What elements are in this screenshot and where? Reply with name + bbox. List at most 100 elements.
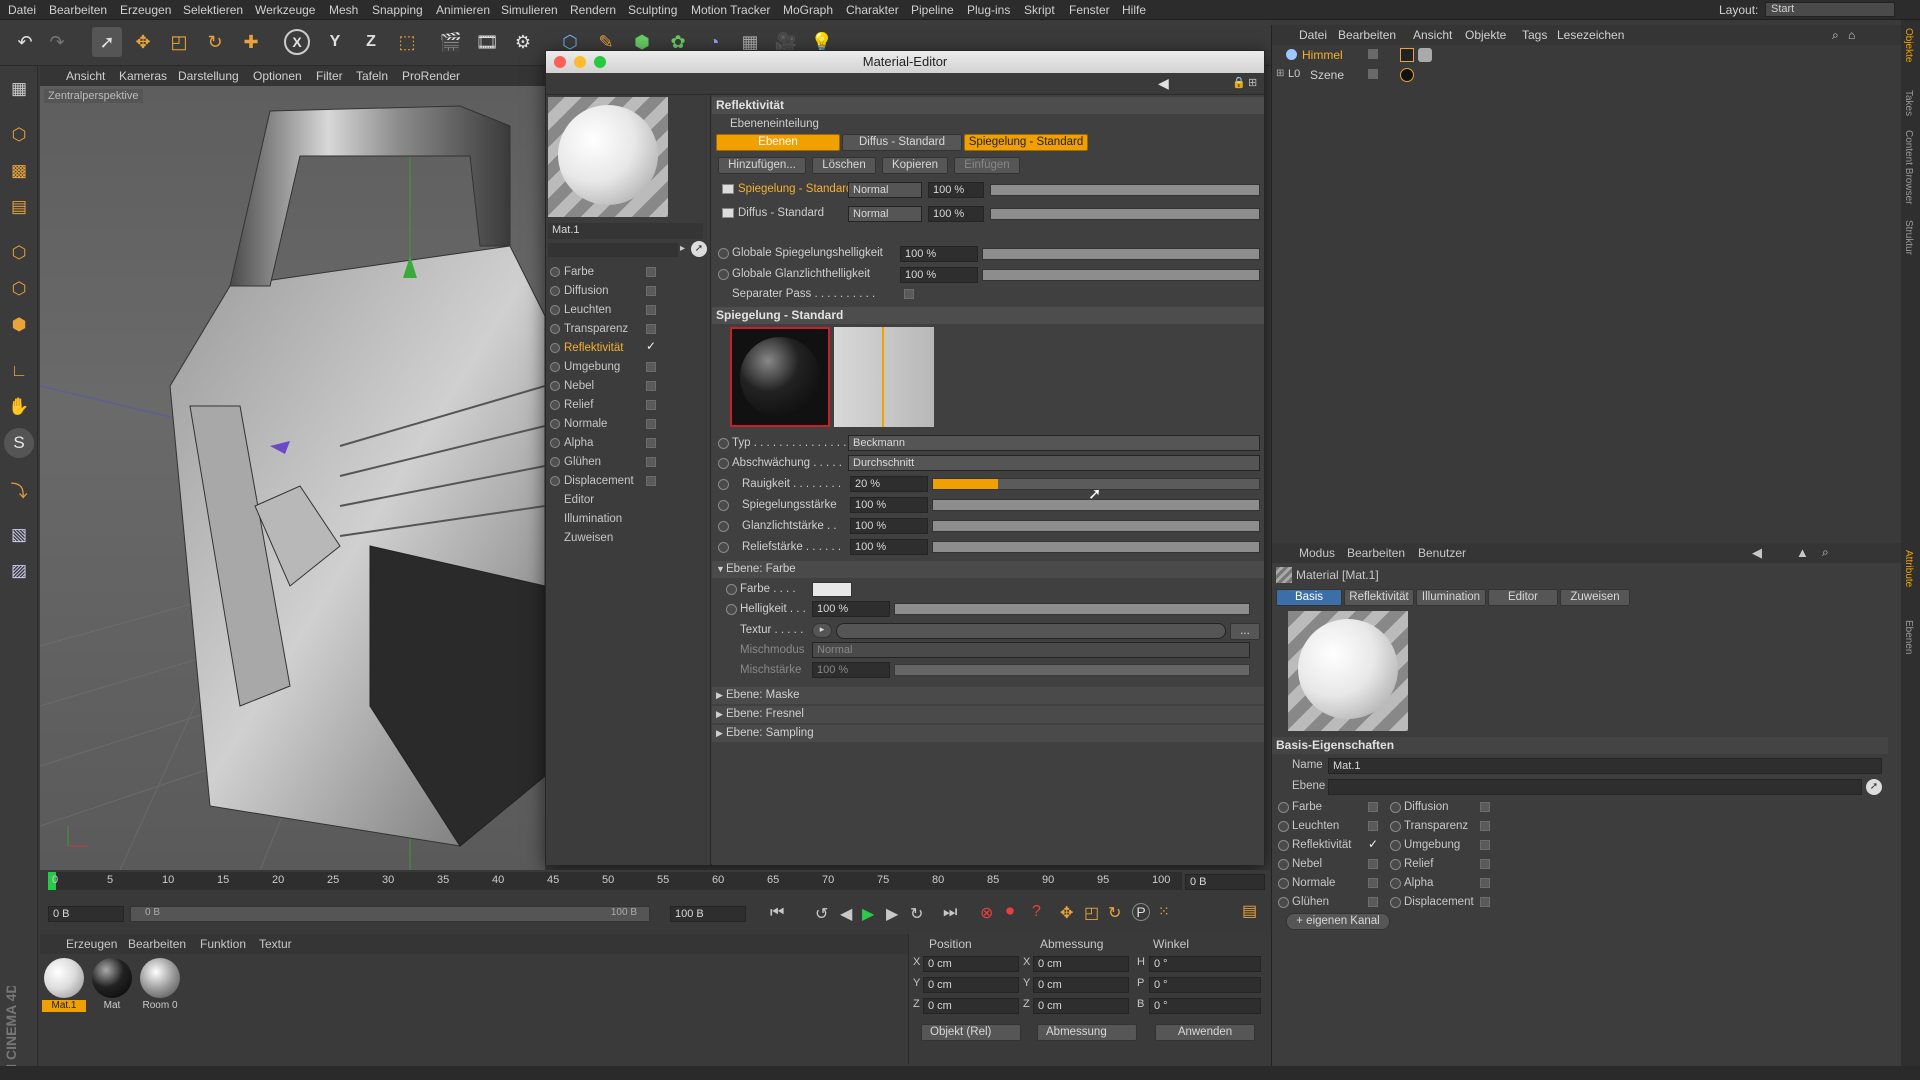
add-custom-channel-button[interactable]: + eigenen Kanal bbox=[1286, 913, 1390, 930]
pick-icon[interactable]: ➚ bbox=[691, 241, 707, 257]
menu-hilfe[interactable]: Hilfe bbox=[1122, 3, 1146, 17]
am-channel-row[interactable]: Diffusion bbox=[1390, 799, 1500, 817]
recent-tool-icon[interactable]: ✚ bbox=[236, 27, 266, 57]
channel-checkbox[interactable] bbox=[646, 267, 656, 277]
next-key-icon[interactable]: ↻ bbox=[910, 904, 923, 924]
global-gloss-slider[interactable] bbox=[982, 269, 1260, 281]
object-row-himmel[interactable]: Himmel bbox=[1276, 46, 1896, 64]
coord-size-mode-select[interactable]: Abmessung bbox=[1037, 1024, 1137, 1041]
am-channel-checkbox[interactable] bbox=[1368, 821, 1378, 831]
menu-sculpting[interactable]: Sculpting bbox=[628, 3, 677, 17]
material-thumb-room[interactable]: Room 0 bbox=[138, 958, 182, 1014]
anim-radio-icon[interactable] bbox=[726, 604, 737, 615]
mm-menu-bearbeiten[interactable]: Bearbeiten bbox=[128, 937, 186, 951]
vp-menu-tafeln[interactable]: Tafeln bbox=[356, 69, 388, 83]
workplane-icon[interactable]: ▤ bbox=[4, 192, 34, 222]
anim-radio-icon[interactable] bbox=[718, 248, 729, 259]
anim-radio-icon[interactable] bbox=[1278, 802, 1289, 813]
global-spec-slider[interactable] bbox=[982, 248, 1260, 260]
reliefstaerke-slider[interactable] bbox=[932, 541, 1260, 553]
play-small-icon[interactable]: ▸ bbox=[680, 243, 685, 254]
key-rotation-icon[interactable]: ↻ bbox=[1108, 903, 1121, 923]
abschwaechung-select[interactable]: Durchschnitt bbox=[848, 455, 1260, 471]
channel-leuchten[interactable]: Leuchten bbox=[550, 301, 656, 319]
material-editor-titlebar[interactable]: Material-Editor bbox=[546, 51, 1264, 73]
texture-mode-icon[interactable]: ▩ bbox=[4, 156, 34, 186]
axis-mode-icon[interactable]: ∟ bbox=[4, 356, 34, 386]
am-channel-checkbox[interactable] bbox=[1368, 859, 1378, 869]
menu-motion-tracker[interactable]: Motion Tracker bbox=[691, 3, 770, 17]
grid-icon[interactable]: ▧ bbox=[4, 520, 34, 550]
select-cursor-icon[interactable]: ➚ bbox=[92, 27, 122, 57]
axis-y-button[interactable]: Y bbox=[320, 27, 350, 57]
paste-layer-button[interactable]: Einfügen bbox=[954, 157, 1020, 174]
auto-key-icon[interactable]: ⏺ bbox=[1006, 903, 1014, 921]
am-channel-row[interactable]: Reflektivität ✓ bbox=[1278, 837, 1388, 855]
timeline-ruler[interactable]: 0 5 10 15 20 25 30 35 40 45 50 55 60 65 70 75 80 85 90 95 10… bbox=[48, 872, 1182, 890]
page-zuweisen[interactable]: Zuweisen bbox=[564, 529, 613, 547]
am-menu-bearbeiten[interactable]: Bearbeiten bbox=[1347, 546, 1405, 560]
model-mode-icon[interactable]: ▦ bbox=[4, 74, 34, 104]
axis-x-button[interactable]: X bbox=[284, 29, 310, 55]
am-tab-reflektivitaet[interactable]: Reflektivität bbox=[1344, 589, 1414, 606]
object-mode-icon[interactable]: ⬡ bbox=[4, 120, 34, 150]
channel-checkbox[interactable] bbox=[646, 438, 656, 448]
expand-plus-icon[interactable]: ⊞ bbox=[1276, 68, 1284, 79]
move-icon[interactable]: ✥ bbox=[128, 27, 158, 57]
anim-radio-icon[interactable] bbox=[718, 438, 729, 449]
prev-key-icon[interactable]: ↺ bbox=[815, 904, 828, 924]
anim-radio-icon[interactable] bbox=[718, 542, 729, 553]
side-tab-objekte[interactable]: Objekte bbox=[1903, 28, 1914, 62]
section-ebene-fresnel[interactable]: ▶ Ebene: Fresnel bbox=[712, 706, 1264, 723]
section-ebene-sampling[interactable]: ▶ Ebene: Sampling bbox=[712, 725, 1264, 742]
copy-layer-button[interactable]: Kopieren bbox=[882, 157, 948, 174]
material-tag-icon[interactable] bbox=[1400, 68, 1414, 82]
side-tab-struktur[interactable]: Struktur bbox=[1903, 220, 1914, 255]
channel-checkbox[interactable] bbox=[646, 286, 656, 296]
layer-preview-profile[interactable] bbox=[834, 327, 934, 427]
object-row-szene[interactable]: ⊞ L0 Szene bbox=[1276, 66, 1896, 84]
am-channel-checkbox[interactable] bbox=[1368, 878, 1378, 888]
lock-icon[interactable]: 🔒 bbox=[1232, 76, 1246, 89]
anim-radio-icon[interactable] bbox=[718, 479, 729, 490]
menu-simulieren[interactable]: Simulieren bbox=[501, 3, 558, 17]
am-channel-checkbox[interactable] bbox=[1480, 840, 1490, 850]
channel-normale[interactable]: Normale bbox=[550, 415, 656, 433]
am-channel-checkbox[interactable] bbox=[1480, 878, 1490, 888]
am-channel-row[interactable]: Relief bbox=[1390, 856, 1500, 874]
anim-radio-icon[interactable] bbox=[1390, 840, 1401, 851]
glanzstaerke-slider[interactable] bbox=[932, 520, 1260, 532]
channel-checkbox[interactable] bbox=[646, 476, 656, 486]
anim-radio-icon[interactable] bbox=[1278, 878, 1289, 889]
start-frame-field[interactable]: 0 B bbox=[48, 906, 124, 922]
anim-radio-icon[interactable] bbox=[1390, 897, 1401, 908]
am-tab-illumination[interactable]: Illumination bbox=[1416, 589, 1486, 606]
visibility-toggle[interactable] bbox=[1368, 49, 1378, 59]
spiegelstaerke-slider[interactable] bbox=[932, 499, 1260, 511]
keyframe-selection-icon[interactable]: ? bbox=[1032, 903, 1041, 921]
vp-menu-kameras[interactable]: Kameras bbox=[119, 69, 167, 83]
mischstaerke-field[interactable]: 100 % bbox=[812, 662, 890, 678]
layer-opacity-slider[interactable] bbox=[990, 208, 1260, 220]
om-menu-bearbeiten[interactable]: Bearbeiten bbox=[1338, 28, 1396, 42]
side-tab-content-browser[interactable]: Content Browser bbox=[1903, 130, 1914, 204]
goto-start-icon[interactable]: ⏮ bbox=[770, 904, 784, 922]
coord-rotation-field[interactable]: 0 ° bbox=[1149, 977, 1261, 993]
layer-tab-ebenen[interactable]: Ebenen bbox=[716, 134, 840, 151]
coord-size-field[interactable]: 0 cm bbox=[1033, 977, 1129, 993]
global-spec-field[interactable]: 100 % bbox=[900, 246, 978, 262]
layout-select[interactable]: Start bbox=[1765, 2, 1895, 17]
vp-menu-optionen[interactable]: Optionen bbox=[253, 69, 302, 83]
mm-menu-funktion[interactable]: Funktion bbox=[200, 937, 246, 951]
coord-rotation-field[interactable]: 0 ° bbox=[1149, 998, 1261, 1014]
render-view-icon[interactable]: 🎬 bbox=[436, 27, 466, 57]
menu-plugins[interactable]: Plug-ins bbox=[967, 3, 1010, 17]
scale-icon[interactable]: ◰ bbox=[164, 27, 194, 57]
channel-umgebung[interactable]: Umgebung bbox=[550, 358, 656, 376]
am-ebene-pick-icon[interactable]: ➚ bbox=[1866, 779, 1882, 795]
helligkeit-field[interactable]: 100 % bbox=[812, 601, 890, 617]
channel-checkbox[interactable] bbox=[646, 362, 656, 372]
om-menu-ansicht[interactable]: Ansicht bbox=[1413, 28, 1452, 42]
coord-position-field[interactable]: 0 cm bbox=[923, 956, 1019, 972]
range-slider[interactable]: 0 B 100 B bbox=[130, 906, 650, 922]
